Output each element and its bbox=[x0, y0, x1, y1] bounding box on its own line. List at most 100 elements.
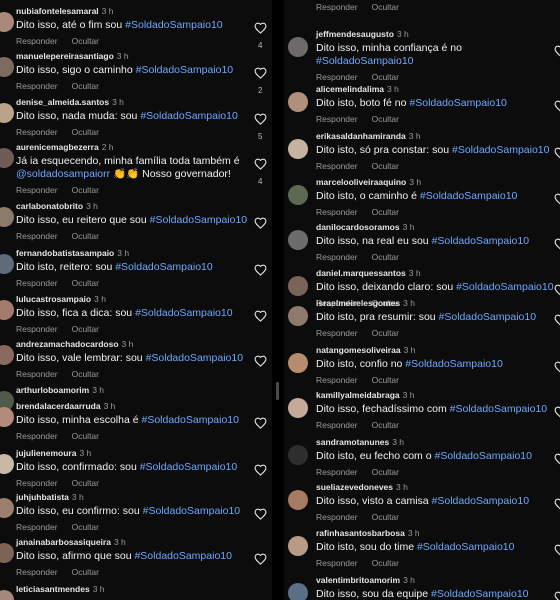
avatar[interactable] bbox=[0, 103, 14, 123]
hide-button[interactable]: Ocultar bbox=[72, 369, 99, 379]
like-heart-icon[interactable] bbox=[254, 264, 267, 277]
avatar[interactable] bbox=[0, 590, 14, 600]
hashtag-link[interactable]: #SoldadoSampaio10 bbox=[140, 110, 238, 122]
like-heart-icon[interactable] bbox=[254, 355, 267, 368]
like-heart-icon[interactable] bbox=[554, 0, 560, 1]
username-link[interactable]: sandramotanunes bbox=[316, 437, 389, 447]
username-link[interactable]: juhjuhbatista bbox=[16, 492, 69, 502]
username-link[interactable]: carlabonatobrito bbox=[16, 201, 83, 211]
avatar[interactable] bbox=[288, 306, 308, 326]
hide-button[interactable]: Ocultar bbox=[72, 127, 99, 137]
username-link[interactable]: jeffmendesaugusto bbox=[316, 29, 394, 39]
mention-link[interactable]: @soldadosampaiorr bbox=[16, 168, 110, 180]
hashtag-link[interactable]: #SoldadoSampaio10 bbox=[434, 450, 532, 462]
username-link[interactable]: denise_almeida.santos bbox=[16, 97, 109, 107]
hashtag-link[interactable]: #SoldadoSampaio10 bbox=[409, 97, 507, 109]
hashtag-link[interactable]: #SoldadoSampaio10 bbox=[140, 461, 238, 473]
reply-button[interactable]: Responder bbox=[16, 185, 58, 195]
avatar[interactable] bbox=[0, 543, 14, 563]
username-link[interactable]: nubiafontelesamaral bbox=[16, 6, 99, 16]
like-heart-icon[interactable] bbox=[254, 464, 267, 477]
reply-button[interactable]: Responder bbox=[16, 127, 58, 137]
username-link[interactable]: daniel.marquessantos bbox=[316, 268, 406, 278]
avatar[interactable] bbox=[288, 536, 308, 556]
username-link[interactable]: leticiasantmendes bbox=[16, 584, 90, 594]
hashtag-link[interactable]: #SoldadoSampaio10 bbox=[439, 311, 537, 323]
avatar[interactable] bbox=[288, 398, 308, 418]
reply-button[interactable]: Responder bbox=[16, 231, 58, 241]
username-link[interactable]: alicemelindalima bbox=[316, 84, 384, 94]
hashtag-link[interactable]: #SoldadoSampaio10 bbox=[150, 214, 248, 226]
like-heart-icon[interactable] bbox=[254, 113, 267, 126]
avatar[interactable] bbox=[288, 230, 308, 250]
reply-button[interactable]: Responder bbox=[316, 2, 358, 12]
like-heart-icon[interactable] bbox=[554, 147, 560, 160]
hashtag-link[interactable]: #SoldadoSampaio10 bbox=[432, 495, 530, 507]
avatar[interactable] bbox=[0, 300, 14, 320]
avatar[interactable] bbox=[288, 139, 308, 159]
hashtag-link[interactable]: #SoldadoSampaio10 bbox=[146, 352, 244, 364]
avatar[interactable] bbox=[288, 445, 308, 465]
like-heart-icon[interactable] bbox=[254, 67, 267, 80]
like-heart-icon[interactable] bbox=[554, 238, 560, 251]
reply-button[interactable]: Responder bbox=[16, 36, 58, 46]
avatar[interactable] bbox=[288, 583, 308, 600]
reply-button[interactable]: Responder bbox=[16, 567, 58, 577]
like-heart-icon[interactable] bbox=[554, 591, 560, 600]
like-heart-icon[interactable] bbox=[254, 508, 267, 521]
reply-button[interactable]: Responder bbox=[316, 114, 358, 124]
like-heart-icon[interactable] bbox=[254, 22, 267, 35]
hide-button[interactable]: Ocultar bbox=[72, 231, 99, 241]
hashtag-link[interactable]: #SoldadoSampaio10 bbox=[432, 235, 530, 247]
avatar[interactable] bbox=[0, 12, 14, 32]
hide-button[interactable]: Ocultar bbox=[372, 328, 399, 338]
username-link[interactable]: rafinhasantosbarbosa bbox=[316, 528, 405, 538]
username-link[interactable]: valentimbritoamorim bbox=[316, 575, 400, 585]
hashtag-link[interactable]: #SoldadoSampaio10 bbox=[134, 550, 232, 562]
username-link[interactable]: andrezamachadocardoso bbox=[16, 339, 119, 349]
hashtag-link[interactable]: #SoldadoSampaio10 bbox=[417, 541, 515, 553]
hide-button[interactable]: Ocultar bbox=[372, 114, 399, 124]
hide-button[interactable]: Ocultar bbox=[372, 72, 399, 82]
reply-button[interactable]: Responder bbox=[316, 420, 358, 430]
hide-button[interactable]: Ocultar bbox=[372, 512, 399, 522]
hide-button[interactable]: Ocultar bbox=[372, 207, 399, 217]
username-link[interactable]: israelmeirelesgomes bbox=[316, 298, 400, 308]
reply-button[interactable]: Responder bbox=[316, 375, 358, 385]
reply-button[interactable]: Responder bbox=[316, 558, 358, 568]
hashtag-link[interactable]: #SoldadoSampaio10 bbox=[115, 261, 213, 273]
username-link[interactable]: erikasaldanhamiranda bbox=[316, 131, 406, 141]
hashtag-link[interactable]: #SoldadoSampaio10 bbox=[431, 588, 529, 600]
hashtag-link[interactable]: #SoldadoSampaio10 bbox=[141, 414, 239, 426]
reply-button[interactable]: Responder bbox=[316, 252, 358, 262]
hashtag-link[interactable]: #SoldadoSampaio10 bbox=[135, 307, 233, 319]
avatar[interactable] bbox=[0, 148, 14, 168]
reply-button[interactable]: Responder bbox=[16, 81, 58, 91]
avatar[interactable] bbox=[288, 490, 308, 510]
username-link[interactable]: lulucastrosampaio bbox=[16, 294, 91, 304]
avatar[interactable] bbox=[0, 407, 14, 427]
hide-button[interactable]: Ocultar bbox=[72, 478, 99, 488]
reply-button[interactable]: Responder bbox=[316, 467, 358, 477]
avatar[interactable] bbox=[0, 57, 14, 77]
hide-button[interactable]: Ocultar bbox=[372, 420, 399, 430]
avatar[interactable] bbox=[0, 454, 14, 474]
reply-button[interactable]: Responder bbox=[16, 431, 58, 441]
reply-button[interactable]: Responder bbox=[16, 522, 58, 532]
avatar[interactable] bbox=[0, 498, 14, 518]
avatar[interactable] bbox=[0, 207, 14, 227]
username-link[interactable]: aurenicemagbezerra bbox=[16, 142, 99, 152]
avatar[interactable] bbox=[0, 254, 14, 274]
hashtag-link[interactable]: #SoldadoSampaio10 bbox=[450, 403, 548, 415]
username-link[interactable]: kamillyalmeidabraga bbox=[316, 390, 400, 400]
like-heart-icon[interactable] bbox=[554, 100, 560, 113]
like-heart-icon[interactable] bbox=[554, 284, 560, 297]
username-link[interactable]: marcelooliveiraaquino bbox=[316, 177, 406, 187]
avatar[interactable] bbox=[0, 345, 14, 365]
like-heart-icon[interactable] bbox=[554, 45, 560, 58]
hide-button[interactable]: Ocultar bbox=[72, 81, 99, 91]
like-heart-icon[interactable] bbox=[554, 193, 560, 206]
reply-button[interactable]: Responder bbox=[316, 207, 358, 217]
hashtag-link[interactable]: #SoldadoSampaio10 bbox=[456, 281, 554, 293]
username-link[interactable]: sueliazevedoneves bbox=[316, 482, 393, 492]
